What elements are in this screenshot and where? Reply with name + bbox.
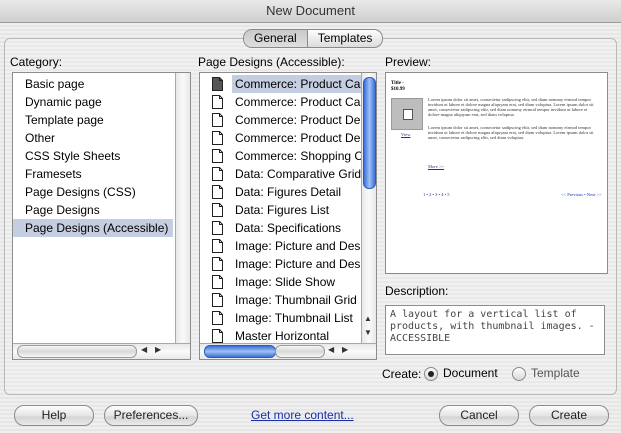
get-more-content-link[interactable]: Get more content... <box>251 408 354 422</box>
design-item-label: Image: Slide Show <box>235 275 336 289</box>
preview-price: $10.99 <box>391 87 405 92</box>
design-item[interactable]: Commerce: Product Ca <box>200 93 361 111</box>
preview-more-link: More >> <box>428 164 444 169</box>
category-item[interactable]: Other <box>13 129 173 147</box>
description-box: A layout for a vertical list of products… <box>385 305 605 355</box>
create-template-option[interactable]: Template <box>512 365 580 381</box>
design-item[interactable]: Image: Picture and Des <box>200 237 361 255</box>
create-button[interactable]: Create <box>529 405 609 426</box>
preview-thumbnail <box>391 98 423 130</box>
design-item[interactable]: Commerce: Product Ca <box>200 75 361 93</box>
scroll-up-arrow-icon[interactable]: ▲ <box>364 314 372 323</box>
design-item-label: Commerce: Product Ca <box>235 95 361 109</box>
category-vscroll[interactable] <box>175 73 190 343</box>
design-item-label: Data: Specifications <box>235 221 342 235</box>
document-icon <box>212 185 223 199</box>
designs-vscroll-thumb[interactable] <box>363 77 376 189</box>
design-item-label: Data: Figures Detail <box>235 185 342 199</box>
design-item[interactable]: Image: Thumbnail Grid <box>200 291 361 309</box>
design-item[interactable]: Image: Thumbnail List <box>200 309 361 327</box>
design-item[interactable]: Data: Figures Detail <box>200 183 361 201</box>
preview-body-text-2: Lorem ipsum dolor sit amet, consectetur … <box>428 125 594 140</box>
design-item-label: Commerce: Shopping C <box>235 149 361 163</box>
document-icon <box>212 311 223 325</box>
designs-vscroll[interactable]: ▲ ▼ <box>361 73 376 343</box>
designs-hscroll-track[interactable] <box>275 345 325 358</box>
category-item[interactable]: Page Designs (Accessible) <box>13 219 173 237</box>
document-icon <box>212 113 223 127</box>
design-item-label: Commerce: Product De <box>235 131 361 145</box>
category-item[interactable]: Framesets <box>13 165 173 183</box>
category-hscroll[interactable]: ◀ ▶ <box>13 343 190 359</box>
document-icon <box>212 221 223 235</box>
design-item-label: Commerce: Product De <box>235 113 361 127</box>
category-item[interactable]: Page Designs <box>13 201 173 219</box>
designs-hscroll[interactable]: ◀ ▶ <box>200 343 376 359</box>
preview-body-text: Lorem ipsum dolor sit amet, consectetur … <box>428 97 594 117</box>
design-item[interactable]: Image: Picture and Des <box>200 255 361 273</box>
design-item[interactable]: Commerce: Product De <box>200 129 361 147</box>
category-item[interactable]: Basic page <box>13 75 173 93</box>
category-item[interactable]: Page Designs (CSS) <box>13 183 173 201</box>
preview-pager: 1 • 2 • 3 • 4 • 5 <box>423 192 450 197</box>
design-item-label: Image: Thumbnail Grid <box>235 293 357 307</box>
image-placeholder-icon <box>403 109 413 120</box>
document-icon <box>212 203 223 217</box>
cancel-button[interactable]: Cancel <box>439 405 519 426</box>
radio-selected-icon[interactable] <box>424 366 438 381</box>
design-item[interactable]: Image: Slide Show <box>200 273 361 291</box>
design-item-label: Commerce: Product Ca <box>232 75 361 93</box>
design-item[interactable]: Data: Figures List <box>200 201 361 219</box>
category-item[interactable]: Dynamic page <box>13 93 173 111</box>
document-icon <box>212 77 223 91</box>
designs-hscroll-thumb[interactable] <box>204 345 276 358</box>
radio-unselected-icon[interactable] <box>512 366 526 381</box>
window-title: New Document <box>0 0 621 23</box>
preferences-button[interactable]: Preferences... <box>104 405 198 426</box>
document-icon <box>212 149 223 163</box>
document-icon <box>212 257 223 271</box>
document-icon <box>212 293 223 307</box>
designs-label: Page Designs (Accessible): <box>198 55 345 69</box>
scroll-down-arrow-icon[interactable]: ▼ <box>364 328 372 337</box>
scroll-right-arrow-icon[interactable]: ▶ <box>155 345 161 354</box>
scroll-right-arrow-icon[interactable]: ▶ <box>342 345 348 354</box>
design-item-label: Image: Picture and Des <box>235 239 361 253</box>
document-icon <box>212 275 223 289</box>
design-item-label: Data: Figures List <box>235 203 330 217</box>
tab-templates[interactable]: Templates <box>308 30 383 47</box>
category-item[interactable]: CSS Style Sheets <box>13 147 173 165</box>
tab-general[interactable]: General <box>244 30 308 47</box>
category-item[interactable]: Template page <box>13 111 173 129</box>
category-label: Category: <box>10 55 63 69</box>
document-icon <box>212 95 223 109</box>
description-label: Description: <box>385 284 449 298</box>
design-item[interactable]: Data: Specifications <box>200 219 361 237</box>
help-button[interactable]: Help <box>14 405 94 426</box>
document-icon <box>212 167 223 181</box>
create-template-label: Template <box>531 366 580 380</box>
design-item-label: Image: Picture and Des <box>235 257 361 271</box>
scroll-left-arrow-icon[interactable]: ◀ <box>141 345 147 354</box>
create-document-label: Document <box>443 366 498 380</box>
preview-view-link: View <box>401 132 411 137</box>
design-item-label: Image: Thumbnail List <box>235 311 353 325</box>
design-item[interactable]: Data: Comparative Grid <box>200 165 361 183</box>
designs-list[interactable]: Commerce: Product Ca Commerce: Product Ca… <box>199 72 377 360</box>
create-document-option[interactable]: Document <box>424 365 498 381</box>
category-list[interactable]: Basic page Dynamic page Template page Other… <box>12 72 191 360</box>
tab-switcher: General Templates <box>243 29 384 48</box>
preview-prev-next: << Previous • Next >> <box>561 192 602 197</box>
scroll-left-arrow-icon[interactable]: ◀ <box>328 345 334 354</box>
category-hscroll-thumb[interactable] <box>17 345 137 358</box>
document-icon <box>212 239 223 253</box>
preview-pane: Title - $10.99 View Lorem ipsum dolor si… <box>385 72 608 274</box>
create-label: Create: <box>382 367 422 381</box>
design-item[interactable]: Commerce: Product De <box>200 111 361 129</box>
document-icon <box>212 329 223 343</box>
preview-label: Preview: <box>385 55 432 69</box>
design-item[interactable]: Commerce: Shopping C <box>200 147 361 165</box>
design-item-label: Data: Comparative Grid <box>235 167 361 181</box>
document-icon <box>212 131 223 145</box>
